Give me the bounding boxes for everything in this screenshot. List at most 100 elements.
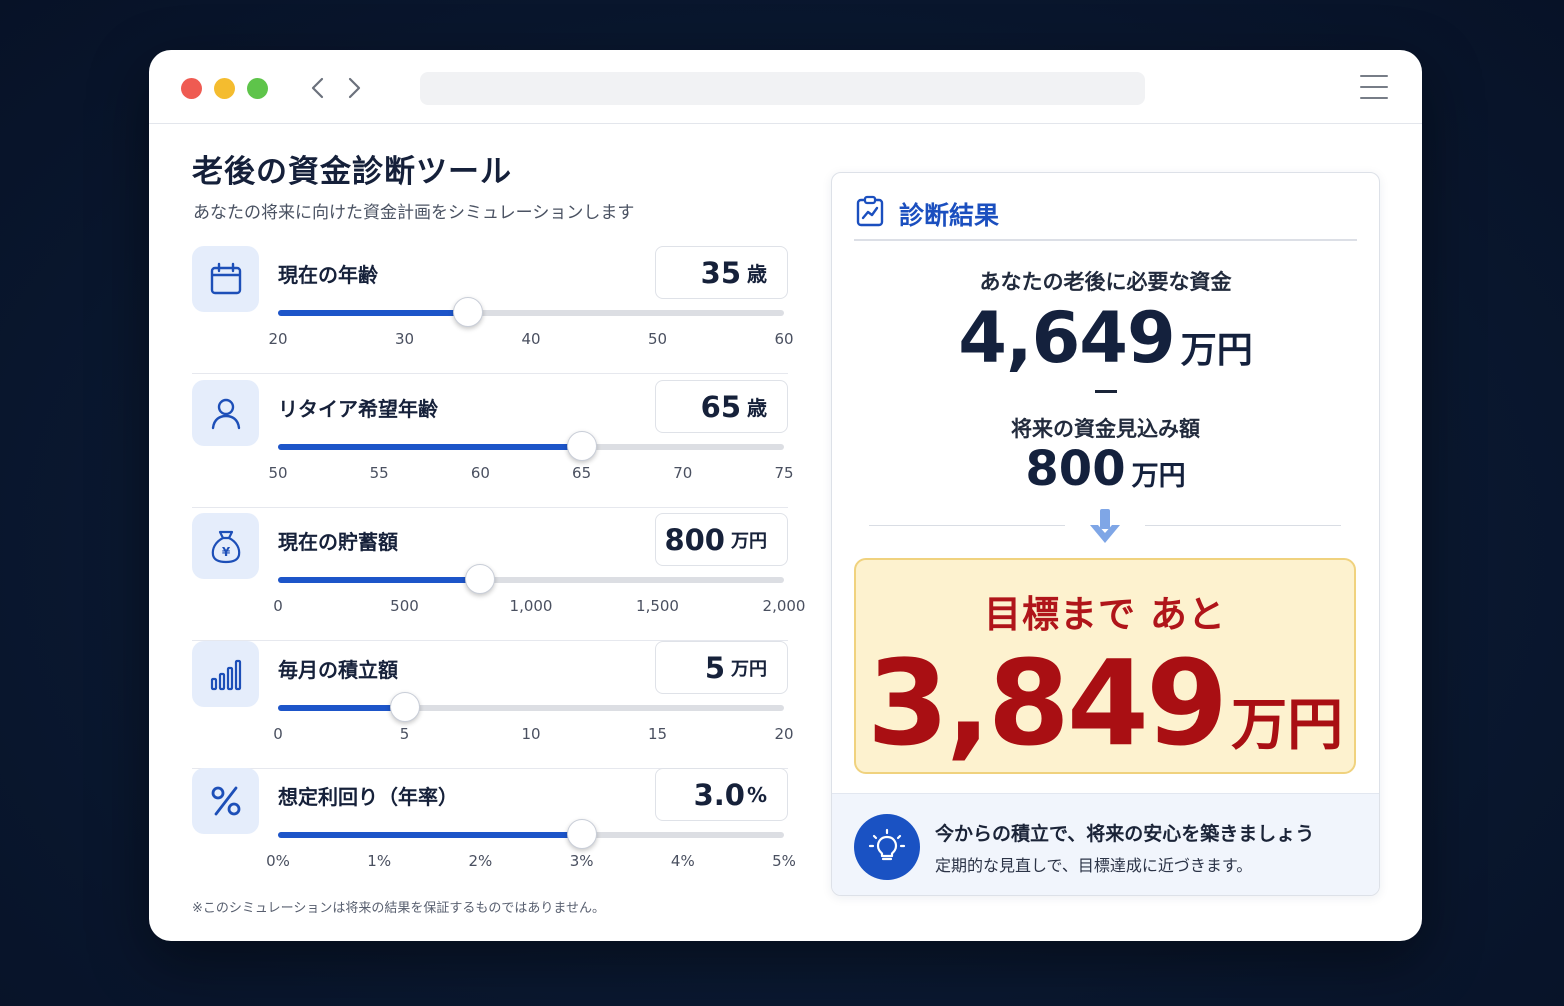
slider-tick-label: 40: [521, 330, 541, 348]
current-age-value: 35: [700, 255, 741, 290]
percent-icon: [192, 768, 259, 834]
slider-fill: [278, 705, 405, 711]
yield-field[interactable]: 3.0%: [655, 768, 788, 821]
slider-tick-label: 55: [369, 464, 389, 482]
slider-tick-label: 0%: [266, 852, 290, 870]
down-arrow-icon: [1090, 509, 1120, 543]
divider: [1145, 525, 1341, 526]
savings-value: 800: [664, 522, 725, 557]
divider: [854, 239, 1357, 241]
slider-fill: [278, 444, 582, 450]
yield-value: 3.0: [693, 777, 745, 812]
retire-age-value: 65: [700, 389, 741, 424]
close-window-button[interactable]: [181, 78, 202, 99]
slider-tick-label: 10: [521, 725, 541, 743]
yield-unit: %: [746, 782, 767, 807]
savings-unit: 万円: [731, 530, 767, 552]
address-bar[interactable]: [420, 72, 1145, 105]
slider-tick-label: 20: [268, 330, 288, 348]
monthly-unit: 万円: [731, 658, 767, 680]
retire-age-label: リタイア希望年齢: [278, 397, 438, 421]
input-row-savings: ¥ 現在の貯蓄額 800 万円 0 500 1,000 1,500 2,000: [192, 513, 805, 641]
person-icon: [192, 380, 259, 446]
monthly-slider[interactable]: [278, 692, 784, 722]
result-card: 診断結果 あなたの老後に必要な資金 4,649 万円 将来の資金見込み額 800 万…: [831, 172, 1380, 896]
monthly-value: 5: [704, 650, 725, 685]
projected-funds-unit: 万円: [1131, 461, 1186, 492]
page-subtitle: あなたの将来に向けた資金計画をシミュレーションします: [193, 203, 635, 223]
slider-tick-label: 1,000: [509, 597, 553, 615]
minimize-window-button[interactable]: [214, 78, 235, 99]
slider-thumb[interactable]: [566, 819, 597, 849]
slider-tick-label: 0: [273, 725, 283, 743]
shortfall: 3,849 万円: [856, 634, 1354, 772]
projected-funds-value: 800: [1025, 441, 1126, 497]
forward-arrow-icon[interactable]: [341, 74, 367, 102]
slider-thumb[interactable]: [452, 297, 483, 327]
slider-tick-label: 50: [268, 464, 288, 482]
retire-age-unit: 歳: [747, 396, 767, 420]
projected-funds: 800 万円: [832, 441, 1379, 497]
clipboard-chart-icon: [856, 195, 884, 227]
slider-thumb[interactable]: [389, 692, 420, 722]
page-title: 老後の資金診断ツール: [192, 154, 512, 190]
bar-chart-icon: [192, 641, 259, 707]
slider-tick-label: 2%: [468, 852, 493, 870]
input-row-current-age: 現在の年齢 35 歳 20 30 40 50 60: [192, 246, 794, 374]
advice-subtitle: 定期的な見直しで、目標達成に近づきます。: [935, 856, 1253, 875]
savings-slider[interactable]: [278, 564, 784, 594]
slider-tick-label: 0: [273, 597, 283, 615]
shortfall-box: 目標まで あと 3,849 万円: [854, 558, 1356, 774]
monthly-label: 毎月の積立額: [278, 658, 398, 682]
yield-slider[interactable]: [278, 819, 784, 849]
maximize-window-button[interactable]: [247, 78, 268, 99]
savings-label: 現在の貯蓄額: [278, 530, 398, 554]
savings-field[interactable]: 800 万円: [655, 513, 788, 566]
slider-tick-label: 70: [673, 464, 693, 482]
slider-tick-label: 1,500: [636, 597, 679, 615]
back-arrow-icon[interactable]: [305, 74, 331, 102]
monthly-ticks: 0 5 10 15 20: [273, 725, 793, 745]
yield-label: 想定利回り（年率）: [278, 785, 458, 809]
current-age-unit: 歳: [747, 262, 767, 286]
slider-tick-label: 30: [394, 330, 415, 348]
current-age-label: 現在の年齢: [278, 263, 378, 287]
current-age-field[interactable]: 35 歳: [655, 246, 788, 299]
slider-tick-label: 15: [647, 725, 668, 743]
monthly-field[interactable]: 5 万円: [655, 641, 788, 694]
shortfall-unit: 万円: [1231, 693, 1344, 758]
current-age-ticks: 20 30 40 50 60: [268, 330, 793, 350]
retire-age-ticks: 50 55 60 65 70 75: [268, 464, 793, 484]
input-row-monthly: 毎月の積立額 5 万円 0 5 10 15 20: [192, 641, 794, 769]
slider-thumb[interactable]: [566, 431, 597, 461]
slider-tick-label: 20: [774, 725, 794, 743]
slider-tick-label: 5%: [772, 852, 796, 870]
retire-age-field[interactable]: 65 歳: [655, 380, 788, 433]
title-bar: [149, 50, 1422, 124]
hamburger-menu-icon[interactable]: [1360, 75, 1388, 101]
shortfall-label: 目標まで あと: [984, 593, 1226, 636]
browser-window: 老後の資金診断ツール あなたの将来に向けた資金計画をシミュレーションします 現在…: [149, 50, 1422, 941]
slider-tick-label: 4%: [670, 852, 695, 870]
slider-tick-label: 3%: [569, 852, 594, 870]
input-row-yield: 想定利回り（年率） 3.0% 0% 1% 2% 3% 4% 5%: [192, 768, 796, 896]
slider-tick-label: 1%: [367, 852, 392, 870]
slider-tick-label: 65: [572, 464, 592, 482]
slider-thumb[interactable]: [465, 564, 496, 594]
slider-tick-label: 75: [774, 464, 794, 482]
retire-age-slider[interactable]: [278, 431, 784, 461]
slider-fill: [278, 577, 481, 583]
advice-panel: 今からの積立で、将来の安心を築きましょう 定期的な見直しで、目標達成に近づきます…: [832, 793, 1379, 895]
input-row-retire-age: リタイア希望年齢 65 歳 50 55 60 65 70 75: [192, 380, 794, 508]
slider-tick-label: 500: [390, 597, 419, 615]
result-title: 診断結果: [899, 201, 1000, 230]
required-funds-label: あなたの老後に必要な資金: [979, 270, 1232, 294]
svg-text:¥: ¥: [221, 545, 230, 559]
disclaimer: ※このシミュレーションは将来の結果を保証するものではありません。: [192, 901, 605, 916]
savings-ticks: 0 500 1,000 1,500 2,000: [273, 597, 805, 617]
divider: [869, 525, 1065, 526]
current-age-slider[interactable]: [278, 297, 784, 327]
projected-funds-label: 将来の資金見込み額: [1011, 417, 1200, 441]
yield-ticks: 0% 1% 2% 3% 4% 5%: [266, 852, 796, 872]
slider-tick-label: 5: [399, 725, 410, 743]
